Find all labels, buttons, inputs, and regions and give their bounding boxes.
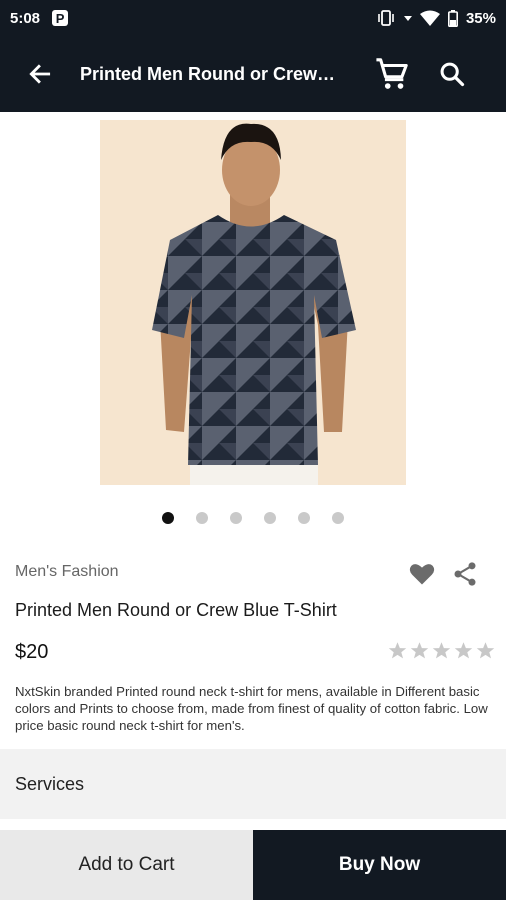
carousel-indicator — [0, 512, 506, 524]
carousel-dot[interactable] — [162, 512, 174, 524]
carousel-dot[interactable] — [298, 512, 310, 524]
buy-now-label: Buy Now — [338, 854, 421, 875]
battery-icon — [447, 9, 458, 27]
product-name: Printed Men Round or Crew Blue T-Shirt — [15, 600, 337, 620]
carousel-dot[interactable] — [196, 512, 208, 524]
data-arrow-icon — [403, 16, 412, 21]
product-photo — [152, 123, 356, 485]
star-icon — [388, 642, 407, 659]
battery-percent: 35% — [465, 9, 496, 27]
product-price: $20 — [15, 641, 49, 663]
carousel-dot[interactable] — [264, 512, 276, 524]
search-button[interactable] — [430, 36, 474, 112]
wifi-icon — [419, 10, 440, 26]
star-icon — [476, 642, 495, 659]
status-bar: 5:08 P 35% — [0, 0, 506, 36]
product-image[interactable] — [100, 120, 406, 485]
cart-icon — [376, 58, 408, 89]
share-button[interactable] — [451, 560, 479, 593]
product-category: Men's Fashion — [15, 563, 119, 580]
share-icon — [454, 562, 476, 586]
search-icon — [440, 62, 465, 87]
rating-stars[interactable] — [388, 641, 495, 660]
page-title: Printed Men Round or Crew Blue T-Shirt — [80, 63, 340, 84]
services-section[interactable]: Services — [0, 749, 506, 819]
app-bar: Printed Men Round or Crew Blue T-Shirt — [0, 36, 506, 112]
vibrate-icon — [378, 10, 394, 26]
status-time: 5:08 — [10, 9, 41, 27]
carousel-dot[interactable] — [332, 512, 344, 524]
parking-app-icon: P — [52, 10, 69, 26]
services-label: Services — [15, 773, 85, 794]
add-to-cart-button[interactable]: Add to Cart — [0, 830, 253, 900]
star-icon — [432, 642, 451, 659]
star-icon — [410, 642, 429, 659]
back-button[interactable] — [0, 36, 80, 112]
arrow-left-icon — [29, 64, 51, 84]
heart-icon — [409, 564, 435, 585]
status-icons: 35% — [376, 9, 496, 27]
star-icon — [454, 642, 473, 659]
cart-button[interactable] — [370, 36, 414, 112]
buy-now-button[interactable]: Buy Now — [253, 830, 506, 900]
add-to-cart-label: Add to Cart — [78, 854, 175, 875]
carousel-dot[interactable] — [230, 512, 242, 524]
favorite-button[interactable] — [408, 560, 436, 593]
product-description: NxtSkin branded Printed round neck t-shi… — [15, 684, 488, 733]
